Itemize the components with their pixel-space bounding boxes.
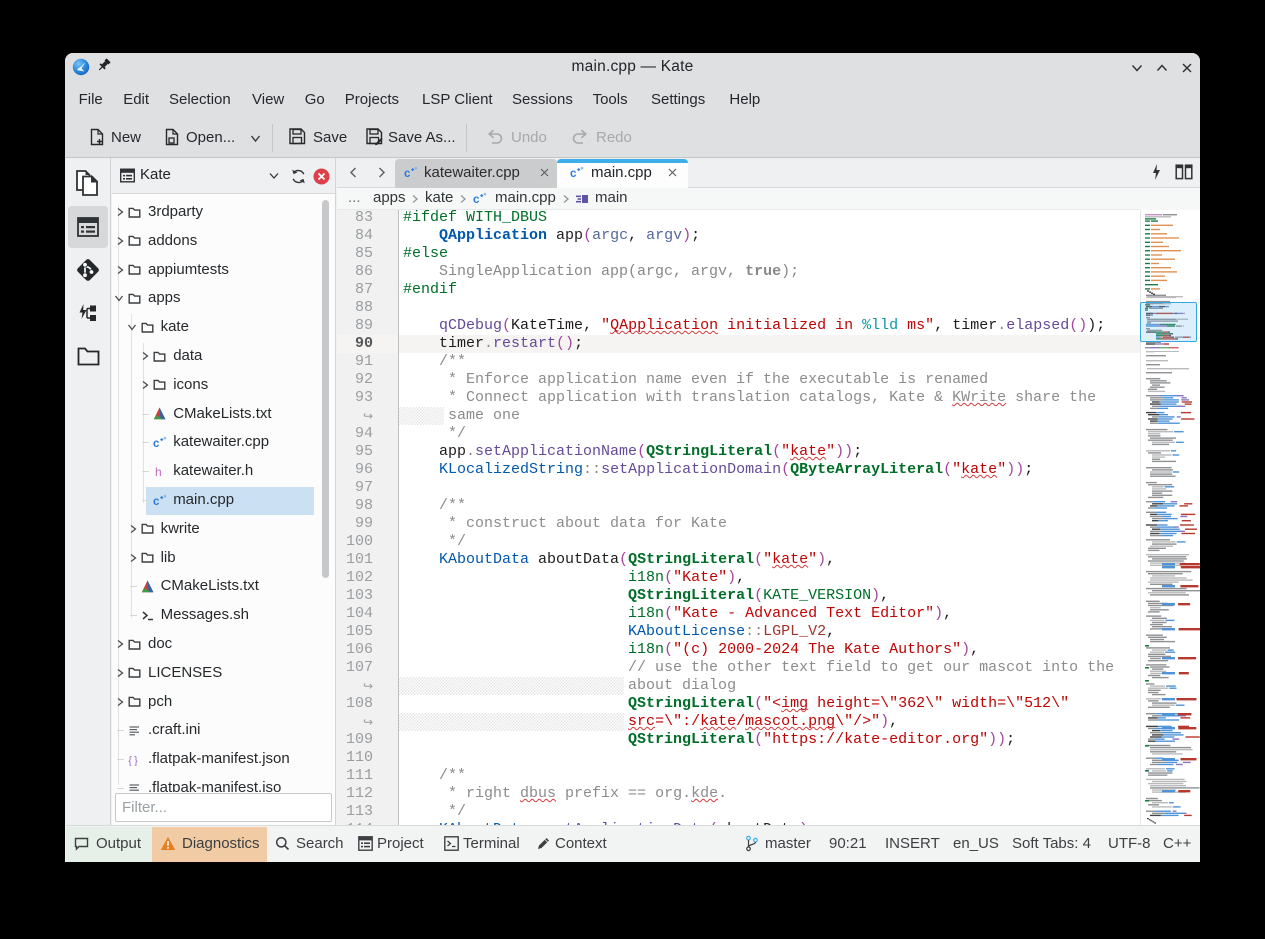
svg-text:c: c xyxy=(473,194,480,205)
svg-text:c: c xyxy=(153,496,160,507)
svg-text:c: c xyxy=(570,168,577,179)
svg-text:c: c xyxy=(404,168,411,179)
svg-text:h: h xyxy=(155,465,162,478)
svg-text:{ }: { } xyxy=(128,754,138,765)
svg-text:c: c xyxy=(153,438,160,449)
